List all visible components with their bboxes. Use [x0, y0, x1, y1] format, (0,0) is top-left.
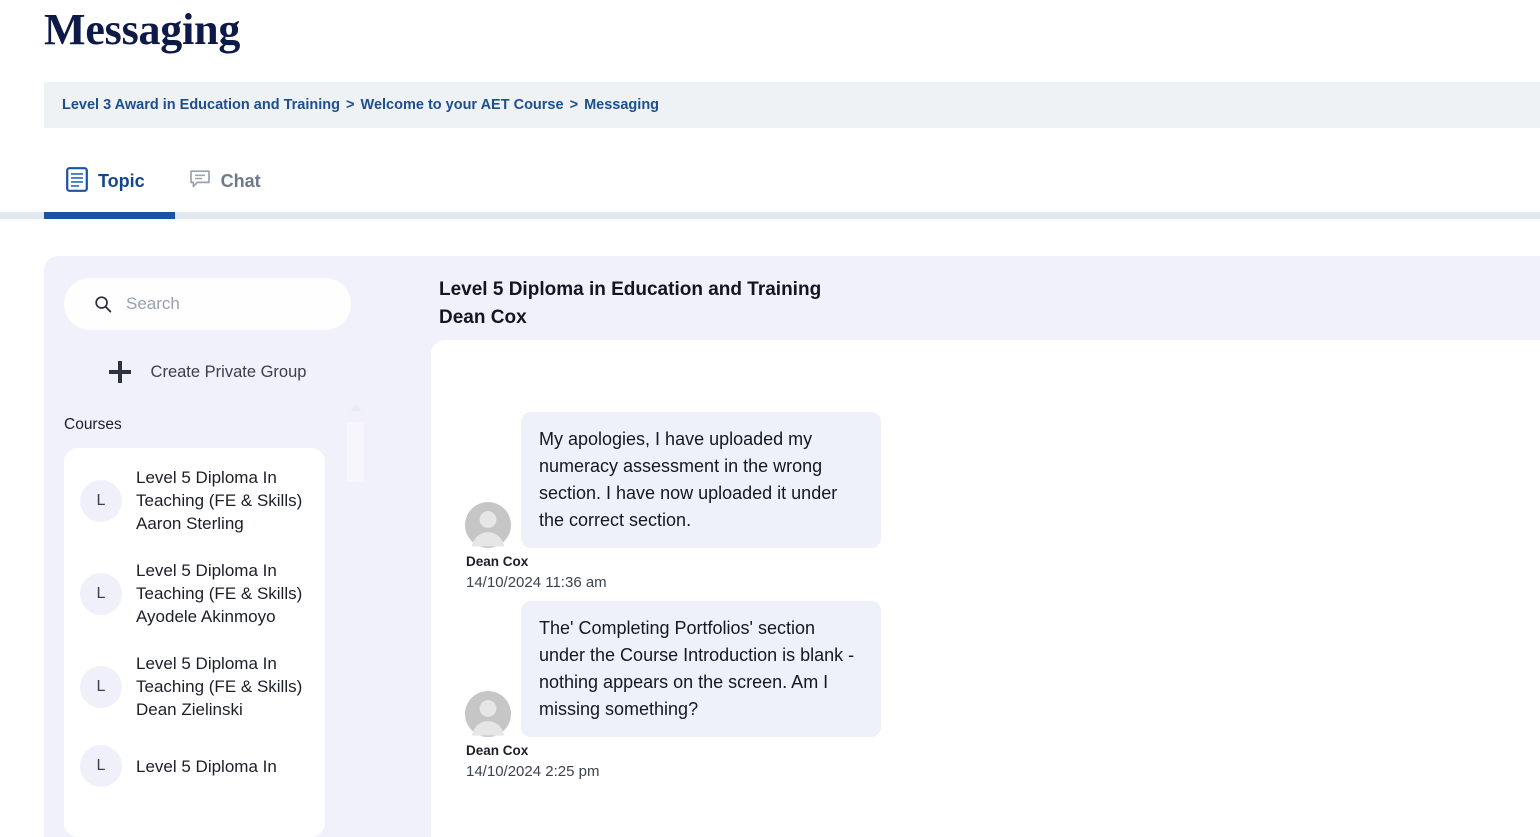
list-item-course-name: Level 5 Diploma In Teaching (FE & Skills… — [136, 468, 303, 510]
message-row: The' Completing Portfolios' section unde… — [465, 601, 881, 737]
conversation-sidebar: Create Private Group Courses L Level 5 D… — [44, 256, 385, 837]
document-icon — [66, 166, 88, 197]
list-item-person: Dean Zielinski — [136, 700, 243, 719]
message-sender: Dean Cox — [466, 554, 529, 569]
chat-bubble-icon — [189, 168, 211, 195]
tab-topic[interactable]: Topic — [44, 150, 167, 212]
list-item-text: Level 5 Diploma In Teaching (FE & Skills… — [136, 652, 311, 721]
list-item-course-name: Level 5 Diploma In Teaching (FE & Skills… — [136, 654, 303, 696]
list-item-text: Level 5 Diploma In Teaching (FE & Skills… — [136, 466, 311, 535]
messaging-page: Messaging Level 3 Award in Education and… — [0, 0, 1540, 837]
scrollbar-thumb[interactable] — [347, 422, 364, 482]
list-item-text: Level 5 Diploma In — [136, 755, 277, 778]
course-conversation-list: L Level 5 Diploma In Teaching (FE & Skil… — [64, 448, 325, 837]
page-title: Messaging — [44, 5, 241, 54]
tab-underline-track — [0, 212, 1540, 219]
plus-icon — [108, 361, 131, 383]
breadcrumb-item-section[interactable]: Welcome to your AET Course — [361, 97, 564, 113]
create-private-group-button[interactable]: Create Private Group — [64, 352, 351, 392]
tab-active-indicator — [44, 212, 175, 219]
message-bubble: My apologies, I have uploaded my numerac… — [521, 412, 881, 548]
list-item-text: Level 5 Diploma In Teaching (FE & Skills… — [136, 559, 311, 628]
conversation-course-title: Level 5 Diploma in Education and Trainin… — [439, 279, 822, 300]
list-item[interactable]: L Level 5 Diploma In — [64, 733, 325, 799]
create-private-group-label: Create Private Group — [150, 362, 307, 381]
list-item-course-name: Level 5 Diploma In — [136, 756, 277, 776]
breadcrumb-bar: Level 3 Award in Education and Training … — [44, 82, 1540, 128]
list-item[interactable]: L Level 5 Diploma In Teaching (FE & Skil… — [64, 454, 325, 547]
avatar: L — [80, 665, 122, 708]
courses-section-label: Courses — [64, 416, 122, 433]
message-timestamp: 14/10/2024 2:25 pm — [466, 763, 600, 780]
avatar: L — [80, 479, 122, 522]
list-item[interactable]: L Level 5 Diploma In Teaching (FE & Skil… — [64, 640, 325, 733]
message-bubble: The' Completing Portfolios' section unde… — [521, 601, 881, 737]
tab-chat[interactable]: Chat — [167, 150, 283, 212]
message-list: My apologies, I have uploaded my numerac… — [431, 340, 1540, 837]
search-box[interactable] — [64, 278, 351, 330]
tab-topic-label: Topic — [98, 170, 145, 191]
breadcrumb-item-current[interactable]: Messaging — [584, 97, 659, 113]
scroll-up-arrow-icon[interactable] — [350, 404, 362, 411]
sidebar-scrollbar[interactable] — [347, 404, 365, 837]
tab-bar: Topic Chat — [44, 150, 283, 212]
conversation-area: Level 5 Diploma in Education and Trainin… — [385, 256, 1540, 837]
search-icon — [94, 295, 112, 313]
avatar: L — [80, 572, 122, 615]
list-item[interactable]: L Level 5 Diploma In Teaching (FE & Skil… — [64, 547, 325, 640]
message-sender: Dean Cox — [466, 743, 529, 758]
message-item: The' Completing Portfolios' section unde… — [465, 601, 881, 780]
message-timestamp: 14/10/2024 11:36 am — [466, 574, 607, 591]
list-item-person: Aaron Sterling — [136, 514, 244, 533]
list-item-course-name: Level 5 Diploma In Teaching (FE & Skills… — [136, 561, 303, 603]
breadcrumb-separator: > — [346, 97, 355, 113]
avatar: L — [80, 745, 122, 787]
user-avatar-icon — [465, 502, 511, 548]
tab-chat-label: Chat — [220, 170, 261, 191]
breadcrumb-separator: > — [569, 97, 579, 113]
messaging-panel: Create Private Group Courses L Level 5 D… — [44, 256, 1540, 837]
list-item-person: Ayodele Akinmoyo — [136, 607, 276, 626]
message-item: My apologies, I have uploaded my numerac… — [465, 412, 881, 591]
message-row: My apologies, I have uploaded my numerac… — [465, 412, 881, 548]
user-avatar-icon — [465, 691, 511, 737]
breadcrumb-item-course[interactable]: Level 3 Award in Education and Training — [62, 97, 340, 113]
search-input[interactable] — [124, 293, 324, 315]
conversation-header: Level 5 Diploma in Education and Trainin… — [439, 276, 821, 332]
breadcrumb: Level 3 Award in Education and Training … — [44, 97, 659, 113]
conversation-participant: Dean Cox — [439, 307, 527, 328]
